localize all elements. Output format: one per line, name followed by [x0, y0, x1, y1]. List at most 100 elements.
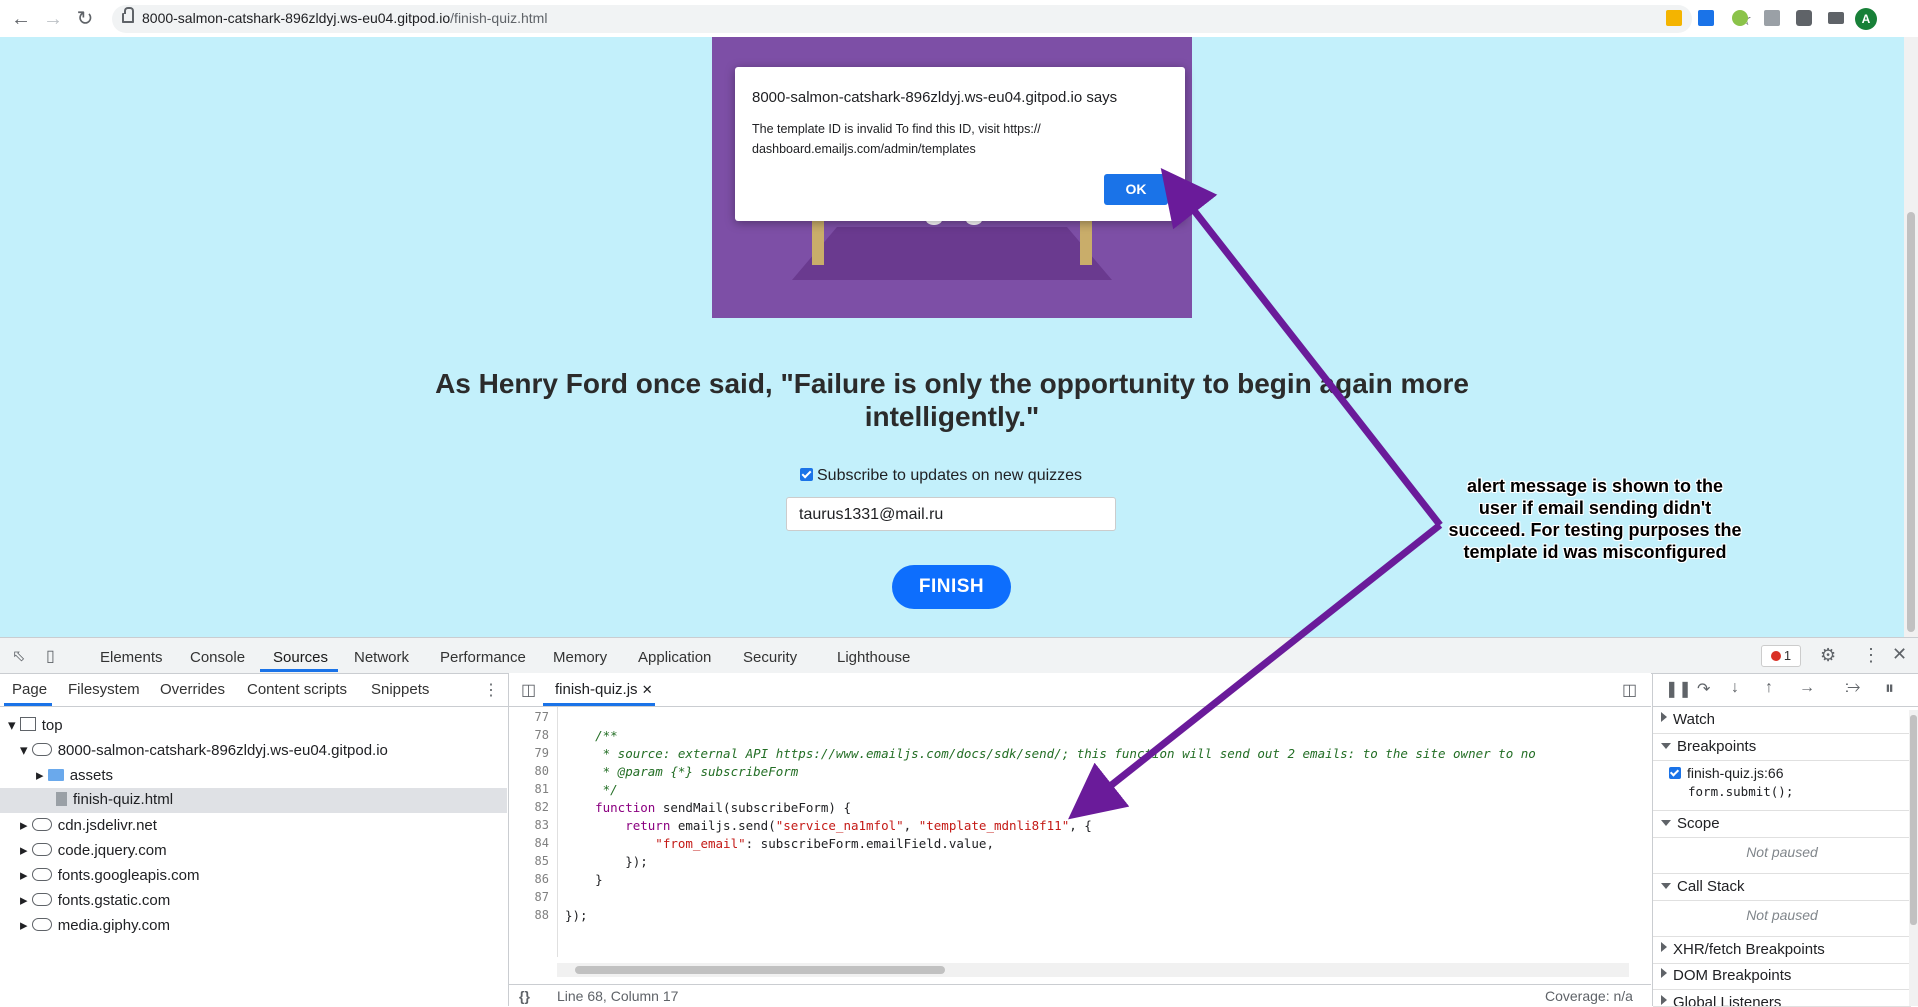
- tab-elements[interactable]: Elements: [100, 649, 163, 666]
- ok-button[interactable]: OK: [1104, 174, 1168, 205]
- tree-item-top[interactable]: ▾ top: [8, 716, 63, 734]
- line-number[interactable]: 86: [535, 872, 549, 886]
- editor-horizontal-scrollbar[interactable]: [557, 963, 1629, 977]
- tree-item-file[interactable]: finish-quiz.html: [56, 791, 173, 808]
- puzzle-icon[interactable]: [1796, 10, 1812, 26]
- code-line: "from_email": subscribeForm.emailField.v…: [565, 836, 994, 851]
- tab-security[interactable]: Security: [743, 649, 797, 666]
- line-number[interactable]: 79: [535, 746, 549, 760]
- extension-icon[interactable]: [1698, 10, 1714, 26]
- watch-section[interactable]: Watch: [1653, 707, 1911, 734]
- more-options-icon[interactable]: ⋮: [1862, 645, 1880, 666]
- address-bar[interactable]: 8000-salmon-catshark-896zldyj.ws-eu04.gi…: [112, 5, 1752, 33]
- sources-navigator: Page Filesystem Overrides Content script…: [0, 673, 509, 1006]
- tab-network[interactable]: Network: [354, 649, 409, 666]
- device-toolbar-icon[interactable]: ▯: [46, 646, 55, 666]
- forward-icon[interactable]: →: [42, 8, 64, 30]
- line-number[interactable]: 77: [535, 710, 549, 724]
- breakpoint-item[interactable]: finish-quiz.js:66: [1669, 765, 1784, 781]
- tab-sources[interactable]: Sources: [273, 649, 328, 666]
- scope-status: Not paused: [1746, 844, 1818, 860]
- tree-item-domain[interactable]: ▸ fonts.googleapis.com: [20, 866, 199, 884]
- tree-item-assets[interactable]: ▸ assets: [36, 766, 113, 784]
- pause-icon[interactable]: ❚❚: [1665, 679, 1692, 699]
- finish-button[interactable]: FINISH: [892, 565, 1011, 609]
- line-number[interactable]: 78: [535, 728, 549, 742]
- tab-filesystem[interactable]: Filesystem: [68, 681, 140, 698]
- inspect-element-icon[interactable]: ⬁: [12, 646, 25, 666]
- active-subtab-indicator: [4, 703, 52, 706]
- reload-icon[interactable]: ↻: [74, 8, 96, 30]
- tab-performance[interactable]: Performance: [440, 649, 526, 666]
- code-view[interactable]: 77 78 79 80 81 82 83 84 85 86 87 88 /** …: [509, 707, 1629, 957]
- camera-icon[interactable]: [1764, 10, 1780, 26]
- error-count-badge[interactable]: 1: [1761, 645, 1801, 667]
- xhr-breakpoints-section[interactable]: XHR/fetch Breakpoints: [1653, 936, 1911, 964]
- debugger-sidebar: ❚❚ ↷ ↓ ↑ → ⧴ ⏸ Watch Breakpoints finish-…: [1652, 673, 1918, 1007]
- subscribe-checkbox[interactable]: [800, 468, 813, 481]
- tab-content-scripts[interactable]: Content scripts: [247, 681, 347, 698]
- line-number[interactable]: 83: [535, 818, 549, 832]
- line-number[interactable]: 85: [535, 854, 549, 868]
- step-out-icon[interactable]: ↑: [1765, 679, 1773, 697]
- extension-icon[interactable]: [1732, 10, 1748, 26]
- step-over-icon[interactable]: ↷: [1697, 679, 1710, 699]
- dom-breakpoints-section[interactable]: DOM Breakpoints: [1653, 963, 1911, 990]
- pause-on-exceptions-icon[interactable]: ⏸: [1885, 678, 1894, 699]
- active-file-indicator: [543, 703, 655, 706]
- global-listeners-section[interactable]: Global Listeners: [1653, 990, 1911, 1007]
- tab-application[interactable]: Application: [638, 649, 711, 666]
- scope-section[interactable]: Scope: [1653, 810, 1911, 838]
- profile-avatar[interactable]: A: [1855, 8, 1877, 30]
- tab-lighthouse[interactable]: Lighthouse: [837, 649, 910, 666]
- settings-gear-icon[interactable]: ⚙: [1820, 645, 1836, 666]
- editor-scroll-thumb[interactable]: [575, 966, 945, 974]
- active-tab-indicator: [260, 669, 338, 672]
- tree-item-domain[interactable]: ▸ code.jquery.com: [20, 841, 167, 859]
- line-number[interactable]: 88: [535, 908, 549, 922]
- deactivate-breakpoints-icon[interactable]: ⧴: [1845, 679, 1860, 697]
- devtools-panel: ⬁ ▯ Elements Console Sources Network Per…: [0, 637, 1918, 1007]
- step-into-icon[interactable]: ↓: [1731, 679, 1739, 697]
- quote-heading: As Henry Ford once said, "Failure is onl…: [435, 368, 1469, 432]
- subscribe-row[interactable]: Subscribe to updates on new quizzes: [800, 467, 1082, 485]
- close-icon[interactable]: ✕: [1892, 644, 1907, 665]
- call-stack-section[interactable]: Call Stack: [1653, 873, 1911, 901]
- reading-list-icon[interactable]: [1828, 12, 1844, 24]
- line-number[interactable]: 80: [535, 764, 549, 778]
- coverage-status[interactable]: Coverage: n/a: [1545, 988, 1633, 1004]
- tab-page[interactable]: Page: [12, 681, 47, 698]
- tree-item-domain[interactable]: ▸ fonts.gstatic.com: [20, 891, 170, 909]
- step-icon[interactable]: →: [1799, 679, 1815, 697]
- line-number[interactable]: 81: [535, 782, 549, 796]
- back-icon[interactable]: ←: [10, 8, 32, 30]
- tab-overrides[interactable]: Overrides: [160, 681, 225, 698]
- line-number[interactable]: 84: [535, 836, 549, 850]
- tab-snippets[interactable]: Snippets: [371, 681, 429, 698]
- navigator-tabs: Page Filesystem Overrides Content script…: [0, 673, 508, 707]
- tree-item-domain[interactable]: ▸ media.giphy.com: [20, 916, 170, 934]
- cloud-icon: [31, 868, 52, 881]
- toggle-navigator-icon[interactable]: ◫: [521, 680, 536, 700]
- email-field[interactable]: taurus1331@mail.ru: [786, 497, 1116, 531]
- page-scrollbar[interactable]: [1904, 37, 1918, 637]
- toggle-debugger-icon[interactable]: ◫: [1622, 680, 1637, 700]
- page-scroll-thumb[interactable]: [1907, 212, 1915, 632]
- tab-memory[interactable]: Memory: [553, 649, 607, 666]
- debugger-scroll-thumb[interactable]: [1910, 715, 1917, 925]
- breakpoint-checkbox[interactable]: [1669, 767, 1681, 779]
- debugger-scrollbar[interactable]: [1909, 710, 1918, 1006]
- extension-icon[interactable]: [1666, 10, 1682, 26]
- tree-item-origin[interactable]: ▾ 8000-salmon-catshark-896zldyj.ws-eu04.…: [20, 741, 388, 759]
- tab-console[interactable]: Console: [190, 649, 245, 666]
- editor-tabbar: ◫ finish-quiz.js ✕ ◫: [509, 673, 1651, 707]
- file-tab[interactable]: finish-quiz.js ✕: [555, 681, 653, 698]
- code-line: }: [565, 872, 603, 887]
- breakpoints-section[interactable]: Breakpoints: [1653, 734, 1911, 761]
- tree-item-domain[interactable]: ▸ cdn.jsdelivr.net: [20, 816, 157, 834]
- more-options-icon[interactable]: ⋮: [483, 680, 499, 700]
- pretty-print-icon[interactable]: {}: [519, 988, 530, 1004]
- close-tab-icon[interactable]: ✕: [642, 682, 653, 697]
- line-number[interactable]: 87: [535, 890, 549, 904]
- line-number[interactable]: 82: [535, 800, 549, 814]
